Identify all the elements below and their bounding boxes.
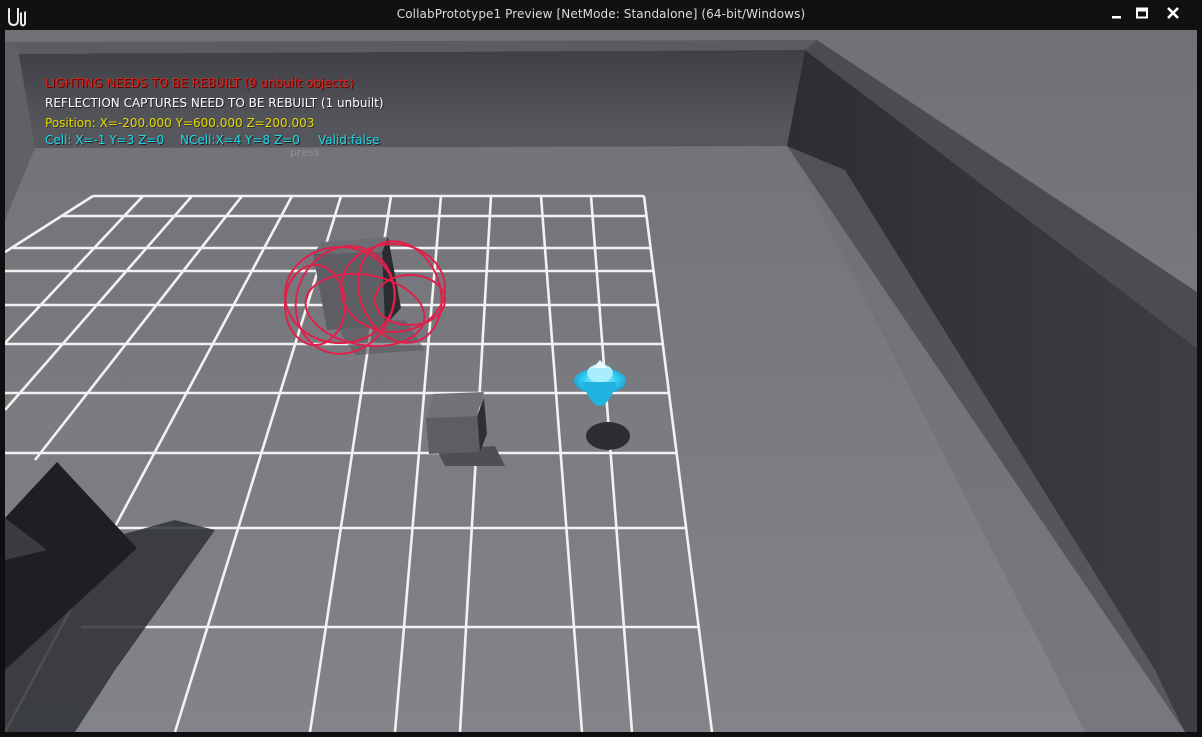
- pickup-shadow: [586, 422, 630, 450]
- title-bar: CollabPrototype1 Preview [NetMode: Stand…: [0, 0, 1202, 30]
- window-title: CollabPrototype1 Preview [NetMode: Stand…: [396, 7, 806, 21]
- small-block-front: [426, 416, 480, 454]
- debug-hud: LIGHTING NEEDS TO BE REBUILT (9 unbuilt …: [45, 74, 384, 147]
- minimize-icon[interactable]: [1106, 5, 1128, 23]
- ncell-readout: NCell:X=4 Y=8 Z=0: [180, 133, 300, 147]
- game-viewport[interactable]: LIGHTING NEEDS TO BE REBUILT (9 unbuilt …: [5, 30, 1197, 732]
- position-readout: Position: X=-200.000 Y=600.000 Z=200.003: [45, 116, 315, 130]
- reflection-warning: REFLECTION CAPTURES NEED TO BE REBUILT (…: [45, 96, 384, 110]
- valid-readout: Valid:false: [318, 133, 380, 147]
- lighting-warning: LIGHTING NEEDS TO BE REBUILT (9 unbuilt …: [45, 76, 354, 90]
- maximize-icon[interactable]: [1131, 5, 1153, 23]
- cell-readout: Cell: X=-1 Y=3 Z=0: [45, 133, 165, 147]
- cell-readout-row: Cell: X=-1 Y=3 Z=0 NCell:X=4 Y=8 Z=0 Val…: [45, 131, 384, 147]
- small-block-top: [426, 392, 484, 418]
- press-prompt-ghost: press: [290, 146, 320, 159]
- close-icon[interactable]: [1162, 5, 1184, 23]
